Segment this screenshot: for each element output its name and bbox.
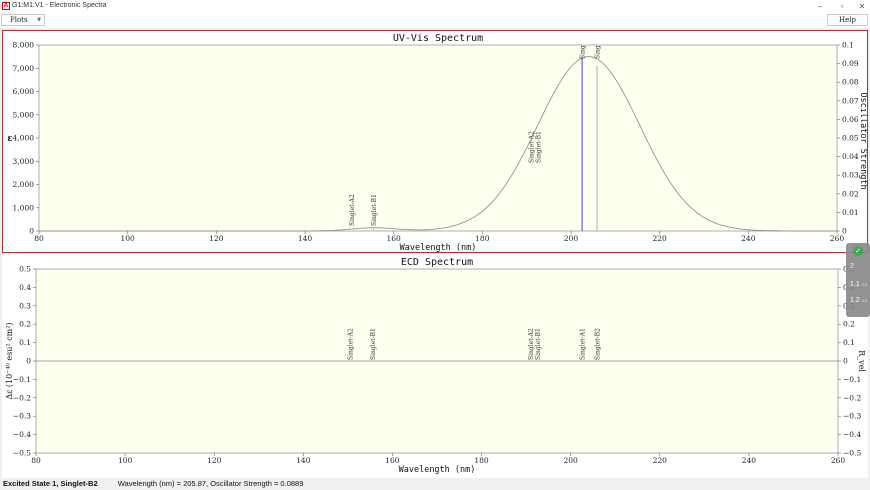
y2-tick-label: −0.2 <box>843 393 861 402</box>
x-tick-label: 80 <box>31 456 41 465</box>
y2-tick-label: 0.1 <box>843 338 855 347</box>
x-tick-label: 240 <box>742 456 757 465</box>
chevron-down-icon: ▼ <box>37 17 41 23</box>
y-tick-label: 3,000 <box>13 157 35 166</box>
restore-button[interactable]: ▫ <box>831 1 853 12</box>
y2-axis-label: R_vel <box>857 350 866 372</box>
state-label: Singlet-B1 <box>370 328 377 360</box>
y2-tick-label: −0.3 <box>843 412 861 421</box>
status-state: Excited State 1, Singlet-B2 <box>3 479 98 488</box>
x-tick-label: 240 <box>741 234 756 243</box>
y2-tick-label: 0.08 <box>842 78 859 87</box>
title-bar: A G1:M1:V1 - Electronic Spectra – ▫ ✕ <box>0 0 870 13</box>
y-tick-label: −0.5 <box>13 449 31 458</box>
y-tick-label: 1,000 <box>13 203 35 212</box>
state-label: Sing <box>595 45 602 59</box>
x-tick-label: 160 <box>387 234 402 243</box>
x-tick-label: 100 <box>118 456 133 465</box>
x-tick-label: 220 <box>653 456 668 465</box>
y-tick-label: −0.4 <box>13 430 31 439</box>
menu-bar: Plots ▼ Help <box>0 13 870 28</box>
x-tick-label: 140 <box>296 456 311 465</box>
side-item-3[interactable]: 1.2 0.5 <box>850 297 867 305</box>
x-tick-label: 100 <box>121 234 136 243</box>
y2-tick-label: 0.06 <box>842 115 859 124</box>
state-label: Singlet-B2 <box>594 328 601 360</box>
x-tick-label: 200 <box>564 234 579 243</box>
state-label: Singlet-A2 <box>348 328 355 360</box>
side-item-1[interactable]: 2 <box>850 263 854 271</box>
y-tick-label: 7,000 <box>13 64 35 73</box>
y-tick-label: 0 <box>26 357 31 366</box>
state-label: Singlet-B1 <box>535 328 542 360</box>
x-axis-label: Wavelength (nm) <box>399 465 476 475</box>
plots-menu-label: Plots <box>10 16 28 24</box>
y-tick-label: 0.2 <box>19 320 31 329</box>
y2-tick-label: 0.09 <box>842 59 859 68</box>
y2-tick-label: −0.5 <box>843 449 861 458</box>
y2-tick-label: 0.03 <box>842 171 859 180</box>
check-icon: ✓ <box>853 246 863 256</box>
status-readout: Wavelength (nm) = 205.87, Oscillator Str… <box>117 479 304 488</box>
y2-tick-label: 0.07 <box>842 96 859 105</box>
y2-tick-label: 0.05 <box>842 134 859 143</box>
app-icon: A <box>2 2 10 10</box>
y-tick-label: 4,000 <box>13 134 35 143</box>
y-tick-label: 0.5 <box>19 265 31 274</box>
y-tick-label: 6,000 <box>13 87 35 96</box>
uv-vis-panel: UV-Vis Spectrum 80 100 120 140 160 180 200 220 24… <box>2 30 868 253</box>
status-bar: Excited State 1, Singlet-B2 Wavelength (… <box>0 478 870 490</box>
y2-tick-label: 0.01 <box>842 208 859 217</box>
y-tick-label: 5,000 <box>13 110 35 119</box>
x-tick-label: 120 <box>209 234 224 243</box>
state-label: Singlet-B1 <box>371 194 378 226</box>
y-tick-label: 0.4 <box>19 283 31 292</box>
x-tick-label: 220 <box>653 234 668 243</box>
y-tick-label: −0.2 <box>13 393 31 402</box>
x-tick-label: 120 <box>207 456 222 465</box>
y2-tick-label: 0.2 <box>843 320 855 329</box>
chart-title: UV-Vis Spectrum <box>393 33 483 44</box>
side-item-2[interactable]: 1.1 0.5 <box>850 281 867 289</box>
y-tick-label: −0.1 <box>13 375 31 384</box>
state-label: Sing <box>580 45 587 59</box>
y-tick-label: 0.3 <box>19 301 31 310</box>
state-label: Singlet-A2 <box>349 194 356 226</box>
x-axis-label: Wavelength (nm) <box>400 243 477 252</box>
y-tick-label: −0.3 <box>13 412 31 421</box>
y-axis-label: Δε (10⁻⁴⁰ esu² cm²) <box>5 322 14 399</box>
help-button[interactable]: Help <box>827 14 868 26</box>
y-tick-label: 2,000 <box>13 180 35 189</box>
state-label: Singlet-B1 <box>535 131 542 163</box>
close-button[interactable]: ✕ <box>851 1 870 12</box>
ecd-chart[interactable]: ECD Spectrum80 100 120 140 160 180 200 220 240 26… <box>2 254 868 478</box>
y-tick-label: 0.1 <box>19 338 31 347</box>
window-title: G1:M1:V1 - Electronic Spectra <box>12 2 107 9</box>
y2-tick-label: −0.1 <box>843 375 861 384</box>
plot-area <box>38 44 838 232</box>
state-label: Singlet-A1 <box>579 328 586 360</box>
y2-axis-label: Oscillator Strength <box>858 92 867 189</box>
minimize-button[interactable]: – <box>809 1 831 12</box>
y2-tick-label: 0 <box>842 227 847 236</box>
x-tick-label: 200 <box>564 456 579 465</box>
y-axis-label: ε <box>7 134 12 144</box>
x-tick-label: 80 <box>34 234 44 243</box>
chart-title: ECD Spectrum <box>401 257 473 268</box>
ecd-panel: ECD Spectrum 80 100 120 140 160 180 200 220 240 26… <box>2 254 868 478</box>
side-overlay-widget[interactable]: ✓ 2 1.1 0.5 1.2 0.5 <box>846 243 870 317</box>
plots-menu[interactable]: Plots ▼ <box>1 14 45 26</box>
y2-tick-label: 0.04 <box>842 152 859 161</box>
x-tick-label: 160 <box>385 456 400 465</box>
y2-tick-label: 0.1 <box>842 41 854 50</box>
x-tick-label: 180 <box>474 456 489 465</box>
y-tick-label: 8,000 <box>13 41 35 50</box>
y2-tick-label: 0 <box>843 357 848 366</box>
x-tick-label: 180 <box>475 234 490 243</box>
y-tick-label: 0 <box>29 227 34 236</box>
uv-vis-chart[interactable]: UV-Vis Spectrum 80 100 120 140 160 180 200 220 24… <box>3 31 867 252</box>
x-tick-label: 140 <box>298 234 313 243</box>
y2-tick-label: 0.02 <box>842 189 859 198</box>
y2-tick-label: −0.4 <box>843 430 861 439</box>
